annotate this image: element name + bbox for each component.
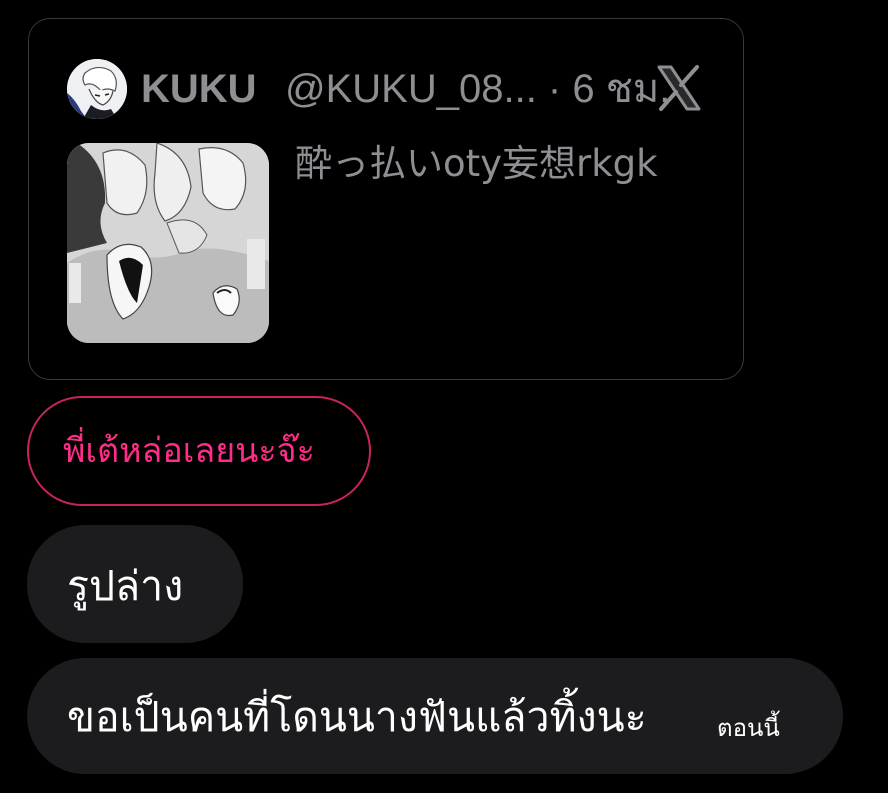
author-avatar[interactable] <box>67 59 127 119</box>
quoted-post-card[interactable]: KUKU @KUKU_08... · 6 ชม. 酔っ払いoty妄想rkgk <box>28 18 744 380</box>
message-text: รูปล่าง <box>67 562 184 610</box>
post-image-thumbnail[interactable] <box>67 143 269 343</box>
message-bubble[interactable]: ขอเป็นคนที่โดนนางฟันแล้วทิ้งนะ ตอนนี้ <box>27 658 843 774</box>
x-logo-icon <box>653 63 703 113</box>
author-handle-time: @KUKU_08... · 6 ชม. <box>285 67 671 111</box>
message-bubble[interactable]: รูปล่าง <box>27 525 243 643</box>
quoted-post-text: 酔っ払いoty妄想rkgk <box>295 142 658 185</box>
message-timestamp: ตอนนี้ <box>717 714 780 742</box>
message-text: ขอเป็นคนที่โดนนางฟันแล้วทิ้งนะ <box>67 693 647 741</box>
reply-text: พี่เต้หล่อเลยนะจ๊ะ <box>63 431 315 471</box>
author-name[interactable]: KUKU <box>141 63 257 115</box>
reply-bubble[interactable]: พี่เต้หล่อเลยนะจ๊ะ <box>27 396 371 506</box>
